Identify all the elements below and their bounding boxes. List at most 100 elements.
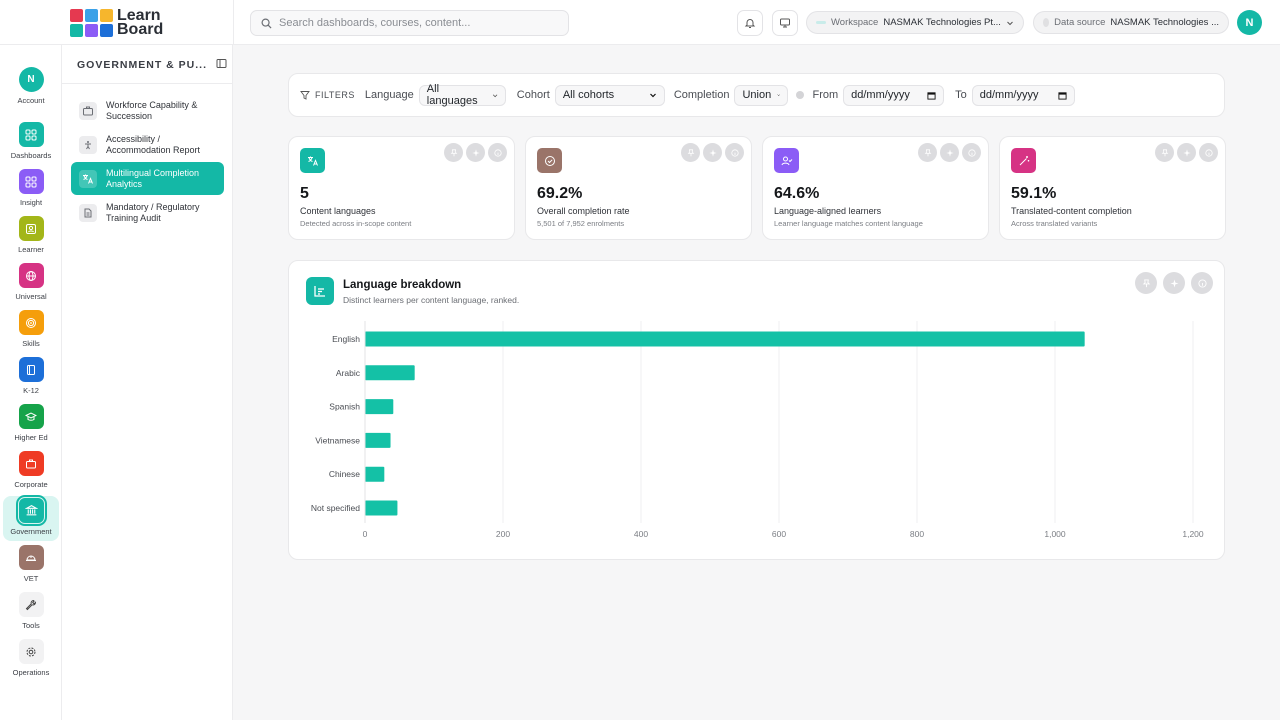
rail-item-dashboards[interactable]: Dashboards — [3, 120, 59, 165]
sidebar-title: GOVERNMENT & PU... — [77, 59, 208, 71]
chevron-down-icon — [492, 93, 497, 97]
chevron-down-icon — [1007, 21, 1013, 25]
sidebar-item-accessibility-accommodation-report[interactable]: Accessibility / Accommodation Report — [71, 128, 224, 161]
pin-button[interactable] — [918, 143, 937, 162]
rail-item-corporate[interactable]: Corporate — [3, 449, 59, 494]
bar-chinese — [365, 466, 385, 482]
card-actions — [918, 143, 981, 162]
language-breakdown-chart: 0 200 400 600 800 1,000 1,200 English Arabic Span… — [311, 321, 1204, 539]
collapse-sidebar-button[interactable] — [216, 58, 227, 72]
translated-completion-card: 59.1% Translated-content completion Acro… — [999, 136, 1226, 240]
workspace-selector[interactable]: Workspace NASMAK Technologies Pt... — [806, 11, 1024, 34]
info-button[interactable] — [962, 143, 981, 162]
rail-item-tools[interactable]: Tools — [3, 590, 59, 635]
workspace-icon — [816, 21, 826, 24]
datasource-value: NASMAK Technologies ... — [1110, 17, 1219, 28]
pin-icon — [924, 148, 931, 156]
display-button[interactable] — [772, 10, 798, 36]
sparkle-icon — [1182, 148, 1191, 157]
ai-insight-button[interactable] — [703, 143, 722, 162]
from-date-input[interactable]: dd/mm/yyyy — [843, 84, 945, 106]
x-tick-label: 800 — [910, 529, 924, 539]
user-avatar[interactable]: N — [1237, 10, 1262, 35]
avatar-icon: N — [18, 67, 44, 92]
grid-icon — [18, 122, 44, 147]
rail-item-insight[interactable]: Insight — [3, 167, 59, 212]
rail-item-government[interactable]: Government — [3, 495, 59, 541]
chevron-down-icon — [649, 93, 656, 98]
completion-value: Union — [742, 89, 772, 101]
kpi-value: 5 — [300, 185, 309, 202]
notifications-button[interactable] — [737, 10, 763, 36]
rail-item-label: Universal — [15, 292, 47, 301]
pin-button[interactable] — [1155, 143, 1174, 162]
ai-insight-button[interactable] — [940, 143, 959, 162]
y-category-label: Spanish — [329, 402, 360, 412]
rail-item-learner[interactable]: Learner — [3, 214, 59, 259]
rail-item-label: Insight — [19, 198, 43, 207]
kpi-subtext: Detected across in-scope content — [300, 219, 412, 228]
sidebar-item-label: Mandatory / Regulatory Training Audit — [106, 202, 200, 223]
sidebar-item-mandatory-regulatory-training-audit[interactable]: Mandatory / Regulatory Training Audit — [71, 196, 224, 229]
chevron-down-icon — [777, 94, 781, 96]
ai-insight-button[interactable] — [1177, 143, 1196, 162]
info-icon — [967, 148, 976, 157]
x-tick-label: 200 — [496, 529, 510, 539]
rail-item-universal[interactable]: Universal — [3, 261, 59, 306]
rail-item-label: Corporate — [14, 480, 48, 489]
completion-select[interactable]: Union — [734, 84, 789, 106]
rail-item-label: Operations — [12, 668, 50, 677]
bell-icon — [744, 19, 756, 28]
target-icon — [18, 310, 44, 335]
calendar-icon — [927, 91, 936, 100]
check-circle-icon — [537, 148, 562, 173]
rail-item-label: Tools — [22, 621, 40, 630]
wrench-icon — [18, 592, 44, 617]
kpi-subtext: Learner language matches content languag… — [774, 219, 923, 228]
translate-icon — [79, 169, 97, 188]
database-icon — [1043, 18, 1050, 27]
card-actions — [681, 143, 744, 162]
kpi-subtext: Across translated variants — [1011, 219, 1098, 228]
search-icon — [261, 18, 272, 29]
search-input[interactable] — [279, 17, 549, 29]
rail-item-vet[interactable]: VET — [3, 543, 59, 588]
briefcase-icon — [18, 451, 44, 476]
language-label: Language — [364, 89, 414, 101]
sidebar-item-label: Workforce Capability & Succession — [106, 100, 198, 121]
document-icon — [79, 203, 97, 222]
kpi-value: 64.6% — [774, 185, 820, 202]
calendar-icon — [1058, 91, 1067, 100]
rail-item-account[interactable]: N Account — [3, 65, 59, 110]
info-button[interactable] — [1199, 143, 1218, 162]
kpi-label: Overall completion rate — [537, 206, 630, 216]
info-button[interactable] — [725, 143, 744, 162]
sidebar-item-multilingual-completion-analytics[interactable]: Multilingual Completion Analytics — [71, 162, 224, 195]
briefcase-icon — [79, 101, 97, 120]
language-select[interactable]: All languages — [418, 83, 506, 107]
rail-item-label: Higher Ed — [14, 433, 48, 442]
to-date-input[interactable]: dd/mm/yyyy — [971, 84, 1075, 106]
search-box[interactable] — [250, 10, 569, 36]
kpi-value: 69.2% — [537, 185, 583, 202]
info-button[interactable] — [488, 143, 507, 162]
status-dot — [796, 91, 805, 99]
app-logo[interactable]: Learn Board — [70, 7, 170, 39]
rail-item-skills[interactable]: Skills — [3, 308, 59, 353]
pin-button[interactable] — [681, 143, 700, 162]
sparkle-icon — [471, 148, 480, 157]
sidebar-item-workforce-capability-succession[interactable]: Workforce Capability & Succession — [71, 94, 224, 127]
rail-item-operations[interactable]: Operations — [3, 637, 59, 682]
x-tick-label: 1,200 — [1182, 529, 1204, 539]
rail-item-k-12[interactable]: K-12 — [3, 355, 59, 400]
pin-button[interactable] — [444, 143, 463, 162]
kpi-subtext: 5,501 of 7,952 enrolments — [537, 219, 625, 228]
y-category-label: English — [332, 334, 360, 344]
kpi-value: 59.1% — [1011, 185, 1057, 202]
ai-insight-button[interactable] — [466, 143, 485, 162]
cohort-select[interactable]: All cohorts — [554, 84, 665, 106]
pin-icon — [450, 148, 457, 156]
datasource-selector[interactable]: Data source NASMAK Technologies ... — [1033, 11, 1229, 34]
rail-item-higher-ed[interactable]: Higher Ed — [3, 402, 59, 447]
gear-icon — [18, 639, 44, 664]
